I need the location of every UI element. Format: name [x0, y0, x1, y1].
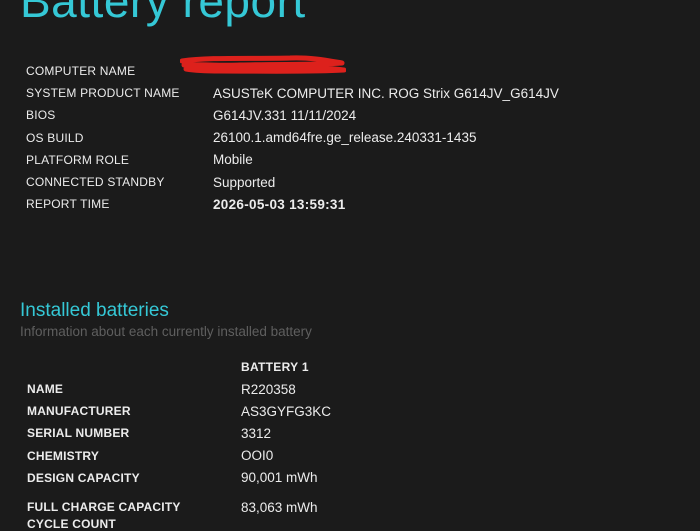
info-row-connected-standby: CONNECTED STANDBY Supported	[26, 171, 559, 193]
info-value[interactable]: 26100.1.amd64fre.ge_release.240331-1435	[213, 130, 476, 145]
battery-value[interactable]: 3312	[241, 426, 271, 441]
battery-label: SERIAL NUMBER	[27, 426, 130, 441]
battery-value[interactable]: OOI0	[241, 448, 273, 463]
info-label: CONNECTED STANDBY	[26, 175, 165, 190]
battery-row-chemistry: CHEMISTRY OOI0	[27, 445, 331, 467]
info-label: SYSTEM PRODUCT NAME	[26, 86, 180, 101]
section-subtitle: Information about each currently install…	[20, 324, 312, 339]
battery-value[interactable]: 90,001 mWh	[241, 470, 318, 485]
battery-row-name: NAME R220358	[27, 378, 331, 400]
info-value[interactable]: Supported	[213, 175, 275, 190]
info-row-platform-role: PLATFORM ROLE Mobile	[26, 149, 559, 171]
info-value[interactable]: ASUSTeK COMPUTER INC. ROG Strix G614JV_G…	[213, 86, 559, 101]
report-time-value[interactable]: 2026-05-03 13:59:31	[213, 197, 346, 212]
page-title: Battery report	[20, 0, 306, 27]
battery-row-full-charge-capacity: FULL CHARGE CAPACITY 83,063 mWh	[27, 496, 331, 518]
battery-value[interactable]: AS3GYFG3KC	[241, 404, 331, 419]
info-value[interactable]: Mobile	[213, 152, 253, 167]
battery-label: CHEMISTRY	[27, 448, 100, 463]
info-label: REPORT TIME	[26, 197, 110, 212]
info-label: OS BUILD	[26, 130, 84, 145]
battery-column-header: BATTERY 1	[241, 360, 309, 374]
battery-row-serial-number: SERIAL NUMBER 3312	[27, 422, 331, 444]
battery-label-cycle-count: CYCLE COUNT	[27, 517, 116, 531]
battery-label: FULL CHARGE CAPACITY	[27, 500, 181, 515]
battery-value[interactable]: 83,063 mWh	[241, 500, 318, 515]
battery-row-manufacturer: MANUFACTURER AS3GYFG3KC	[27, 400, 331, 422]
battery-table: NAME R220358 MANUFACTURER AS3GYFG3KC SER…	[27, 378, 331, 518]
section-title-installed-batteries: Installed batteries	[20, 300, 169, 321]
battery-row-design-capacity: DESIGN CAPACITY 90,001 mWh	[27, 467, 331, 489]
info-label: PLATFORM ROLE	[26, 152, 130, 167]
redaction-scribble	[180, 55, 346, 74]
info-row-report-time: REPORT TIME 2026-05-03 13:59:31	[26, 193, 559, 215]
battery-label: DESIGN CAPACITY	[27, 470, 140, 485]
info-row-bios: BIOS G614JV.331 11/11/2024	[26, 104, 559, 126]
info-value[interactable]: G614JV.331 11/11/2024	[213, 108, 356, 123]
info-label: BIOS	[26, 108, 56, 123]
battery-value[interactable]: R220358	[241, 382, 296, 397]
info-row-os-build: OS BUILD 26100.1.amd64fre.ge_release.240…	[26, 127, 559, 149]
battery-label: MANUFACTURER	[27, 404, 131, 419]
battery-label: NAME	[27, 382, 64, 397]
system-info-table: COMPUTER NAME SYSTEM PRODUCT NAME ASUSTe…	[26, 60, 559, 215]
info-row-system-product-name: SYSTEM PRODUCT NAME ASUSTeK COMPUTER INC…	[26, 82, 559, 104]
